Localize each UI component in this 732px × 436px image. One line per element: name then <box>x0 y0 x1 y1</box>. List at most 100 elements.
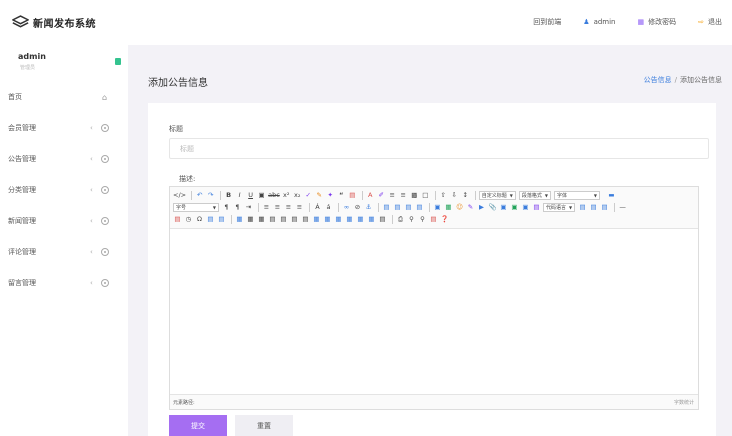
back-to-frontend-link[interactable]: 回到前端 <box>533 17 561 27</box>
format-brush-icon[interactable]: ✓ <box>304 190 313 200</box>
breadcrumb-link[interactable]: 公告信息 <box>644 76 672 84</box>
template-icon[interactable]: ▤ <box>589 202 598 212</box>
user-menu-link[interactable]: ♟ admin <box>583 18 615 26</box>
insert-col-icon[interactable]: ▤ <box>290 214 299 224</box>
sidebar-item-categories[interactable]: 分类管理 ‹ <box>0 180 128 200</box>
undo-icon[interactable]: ↶ <box>195 190 204 200</box>
spechars-icon[interactable]: Ω <box>195 214 204 224</box>
merge-right-icon[interactable]: ▦ <box>323 214 332 224</box>
insert-paragraph-before-table-icon[interactable]: ▦ <box>257 214 266 224</box>
tolowercase-icon[interactable]: á <box>324 202 333 212</box>
align-center-icon[interactable]: ≡ <box>273 202 282 212</box>
map-icon[interactable]: ▣ <box>499 202 508 212</box>
logo[interactable]: 新闻发布系统 <box>12 14 96 30</box>
insert-image-icon[interactable]: ▦ <box>444 202 453 212</box>
border-icon[interactable]: ▣ <box>257 190 266 200</box>
logout-link[interactable]: ⇨ 退出 <box>698 17 722 27</box>
underline-icon[interactable]: U <box>246 190 255 200</box>
sidebar-item-news[interactable]: 新闻管理 ‹ <box>0 211 128 231</box>
row-spacing-top-icon[interactable]: ⇧ <box>439 190 448 200</box>
insert-frame-icon[interactable]: ▣ <box>521 202 530 212</box>
time-icon[interactable]: ◷ <box>184 214 193 224</box>
drafts-icon[interactable]: ▤ <box>429 214 438 224</box>
charts-icon[interactable]: ▤ <box>378 214 387 224</box>
attachment-icon[interactable]: 📎 <box>488 202 497 212</box>
rich-text-editor[interactable]: </> ↶ ↷ B I U ▣ abc x² x₂ ✓ ✎ ✦ “ ▤ A ✐ … <box>169 186 699 410</box>
preview-icon[interactable]: ⚲ <box>407 214 416 224</box>
sidebar-item-members[interactable]: 会员管理 ‹ <box>0 118 128 138</box>
anchor-icon[interactable]: ⚓ <box>364 202 373 212</box>
split-to-cells-icon[interactable]: ▦ <box>345 214 354 224</box>
delete-col-icon[interactable]: ▤ <box>301 214 310 224</box>
ordered-list-icon[interactable]: ≡ <box>388 190 397 200</box>
subscript-icon[interactable]: x₂ <box>293 190 302 200</box>
insert-row-icon[interactable]: ▤ <box>268 214 277 224</box>
auto-format-icon[interactable]: ✦ <box>326 190 335 200</box>
editor-content-area[interactable] <box>170 229 698 393</box>
print-icon[interactable]: ⎙ <box>396 214 405 224</box>
submit-button[interactable]: 提交 <box>169 415 227 436</box>
unordered-list-icon[interactable]: ≡ <box>399 190 408 200</box>
link-icon[interactable]: ∞ <box>342 202 351 212</box>
align-justify-icon[interactable]: ≡ <box>295 202 304 212</box>
font-size-dropdown[interactable]: 字号 ▼ <box>173 202 219 212</box>
align-left-icon[interactable]: ≡ <box>262 202 271 212</box>
clear-doc-icon[interactable]: □ <box>421 190 430 200</box>
highlight-icon[interactable]: ✐ <box>377 190 386 200</box>
insert-table-icon[interactable]: ▦ <box>235 214 244 224</box>
align-right-icon[interactable]: ≡ <box>284 202 293 212</box>
code-language-dropdown[interactable]: 代码语言 ▼ <box>543 202 576 212</box>
split-to-rows-icon[interactable]: ▦ <box>356 214 365 224</box>
scrawl-icon[interactable]: ✎ <box>466 202 475 212</box>
font-family-dropdown[interactable]: 字体 ▼ <box>553 190 600 200</box>
ltr-icon[interactable]: ¶ <box>222 202 231 212</box>
snapscreen-icon[interactable]: ▤ <box>217 214 226 224</box>
strikethrough-icon[interactable]: abc <box>268 190 280 200</box>
help-icon[interactable]: ❓ <box>440 214 449 224</box>
delete-table-icon[interactable]: ▦ <box>246 214 255 224</box>
change-password-link[interactable]: ▦ 修改密码 <box>638 17 677 27</box>
expand-icon[interactable]: ▬ <box>607 190 616 200</box>
merge-cells-icon[interactable]: ▦ <box>312 214 321 224</box>
simple-upload-icon[interactable]: ▣ <box>433 202 442 212</box>
custom-title-dropdown[interactable]: 自定义标题 ▼ <box>478 190 516 200</box>
bold-icon[interactable]: B <box>224 190 233 200</box>
search-replace-icon[interactable]: ⚲ <box>418 214 427 224</box>
indent-icon[interactable]: ⇥ <box>244 202 253 212</box>
blockquote-icon[interactable]: “ <box>337 190 346 200</box>
rtl-icon[interactable]: ¶ <box>233 202 242 212</box>
sidebar-item-notices[interactable]: 公告管理 ‹ <box>0 149 128 169</box>
sidebar-item-comments[interactable]: 评论管理 ‹ <box>0 242 128 262</box>
superscript-icon[interactable]: x² <box>282 190 291 200</box>
line-height-icon[interactable]: ↕ <box>461 190 470 200</box>
merge-down-icon[interactable]: ▦ <box>334 214 343 224</box>
sidebar-item-messages[interactable]: 留言管理 ‹ <box>0 273 128 293</box>
reset-button[interactable]: 重置 <box>235 415 293 436</box>
image-right-icon[interactable]: ▤ <box>404 202 413 212</box>
insert-video-icon[interactable]: ▶ <box>477 202 486 212</box>
row-spacing-bottom-icon[interactable]: ⇩ <box>450 190 459 200</box>
word-image-icon[interactable]: ▤ <box>206 214 215 224</box>
image-left-icon[interactable]: ▤ <box>393 202 402 212</box>
select-all-icon[interactable]: ▩ <box>410 190 419 200</box>
page-break-icon[interactable]: ▤ <box>578 202 587 212</box>
eraser-icon[interactable]: ✎ <box>315 190 324 200</box>
paste-text-icon[interactable]: ▤ <box>348 190 357 200</box>
image-none-icon[interactable]: ▤ <box>382 202 391 212</box>
font-color-icon[interactable]: A <box>366 190 375 200</box>
date-icon[interactable]: ▤ <box>173 214 182 224</box>
horizontal-rule-icon[interactable]: — <box>618 202 627 212</box>
paragraph-dropdown[interactable]: 段落格式 ▼ <box>518 190 551 200</box>
title-input[interactable] <box>169 138 709 159</box>
sidebar-item-home[interactable]: 首页 ⌂ <box>0 87 128 107</box>
background-icon[interactable]: ▤ <box>600 202 609 212</box>
touppercase-icon[interactable]: Á <box>313 202 322 212</box>
redo-icon[interactable]: ↷ <box>206 190 215 200</box>
unlink-icon[interactable]: ⊘ <box>353 202 362 212</box>
italic-icon[interactable]: I <box>235 190 244 200</box>
split-to-cols-icon[interactable]: ▦ <box>367 214 376 224</box>
insert-code-icon[interactable]: ▤ <box>532 202 541 212</box>
emotion-icon[interactable]: ☺ <box>455 202 464 212</box>
image-center-icon[interactable]: ▤ <box>415 202 424 212</box>
gmap-icon[interactable]: ▣ <box>510 202 519 212</box>
